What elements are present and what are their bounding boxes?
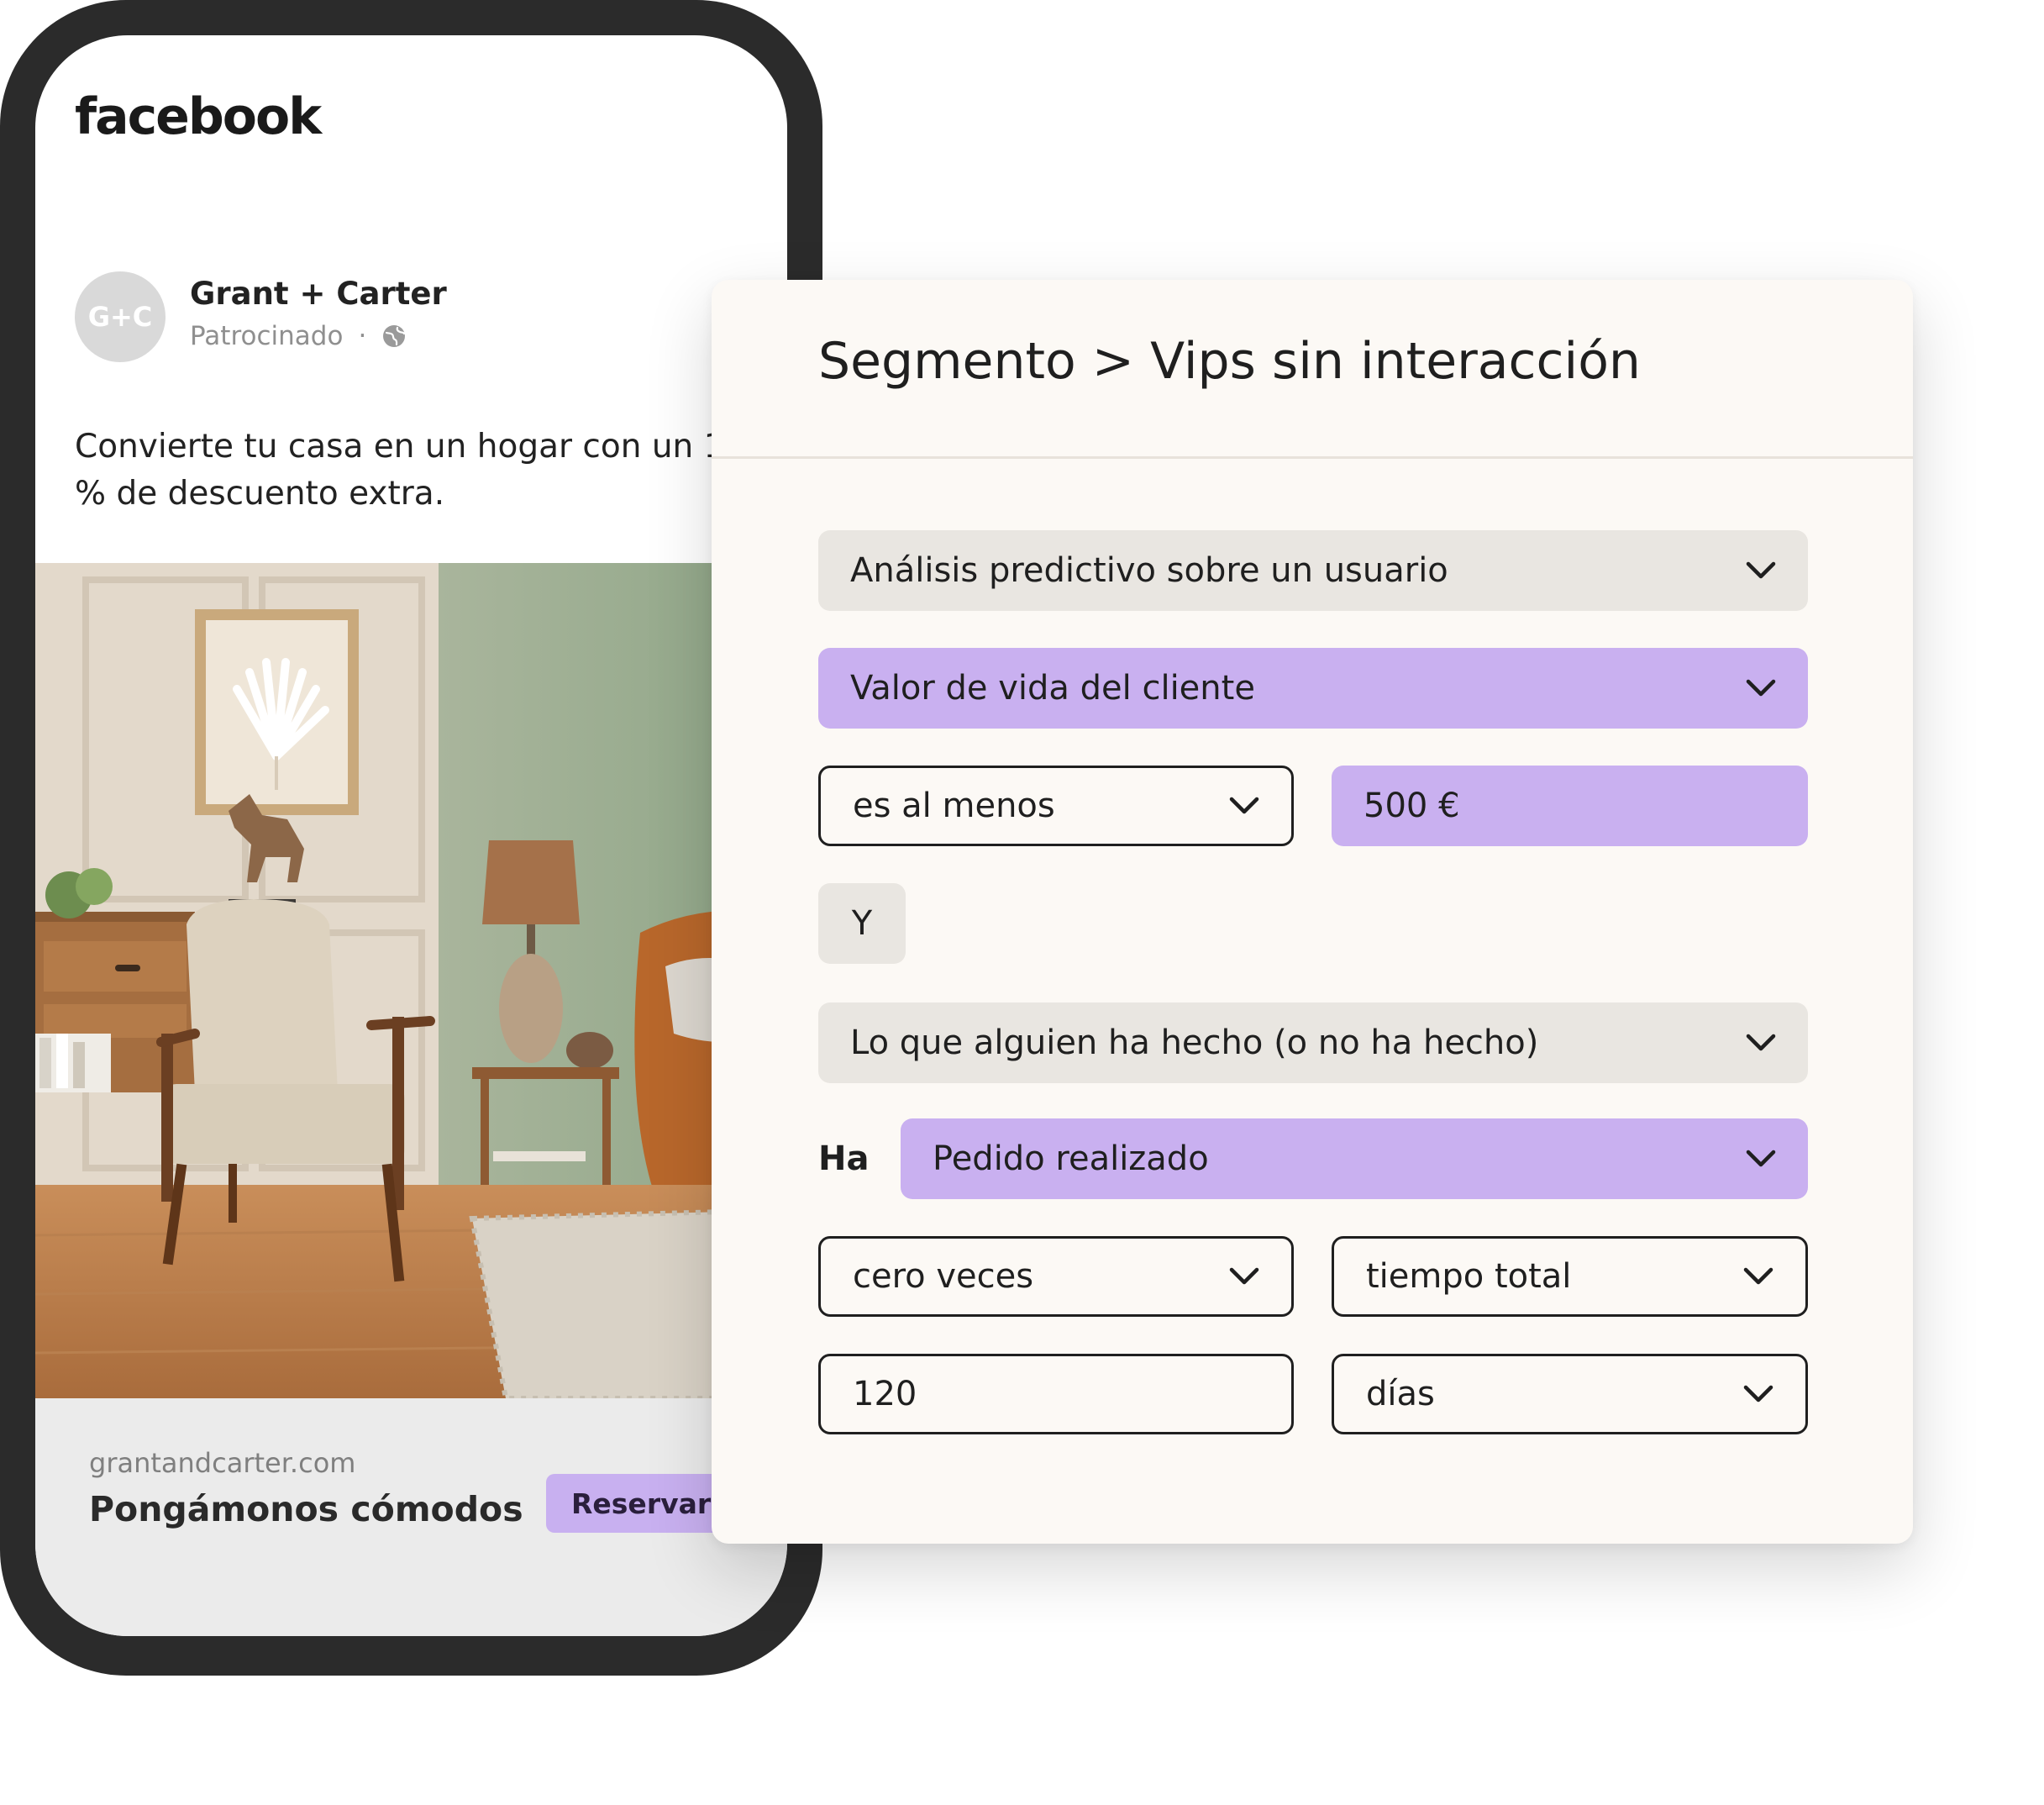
post-image[interactable]: [35, 563, 787, 1398]
event-label: Pedido realizado: [933, 1139, 1209, 1178]
timeframe-label: tiempo total: [1366, 1257, 1572, 1296]
condition-type-select-1[interactable]: Análisis predictivo sobre un usuario: [818, 530, 1808, 611]
chevron-down-icon: [1229, 797, 1259, 814]
chevron-down-icon: [1746, 1034, 1776, 1051]
link-domain: grantandcarter.com: [89, 1447, 356, 1479]
segment-panel: Segmento > Vips sin interacción Análisis…: [712, 280, 1913, 1544]
amount-value: 120: [853, 1375, 917, 1413]
metric-select[interactable]: Valor de vida del cliente: [818, 648, 1808, 729]
timeframe-select[interactable]: tiempo total: [1332, 1236, 1808, 1317]
link-preview-bar[interactable]: grantandcarter.com Pongámonos cómodos Re…: [35, 1398, 787, 1636]
event-select[interactable]: Pedido realizado: [901, 1118, 1808, 1199]
phone-screen: facebook G+C Grant + Carter Patrocinado …: [35, 35, 787, 1636]
chevron-down-icon: [1746, 679, 1776, 697]
chevron-down-icon: [1229, 1267, 1259, 1285]
condition-type-select-2[interactable]: Lo que alguien ha hecho (o no ha hecho): [818, 1002, 1808, 1083]
panel-divider: [712, 456, 1913, 459]
value-text: 500 €: [1364, 787, 1460, 825]
chevron-down-icon: [1746, 561, 1776, 579]
value-input[interactable]: 500 €: [1332, 766, 1808, 846]
metric-label: Valor de vida del cliente: [850, 669, 1255, 708]
has-prefix-label: Ha: [818, 1139, 870, 1178]
amount-input[interactable]: 120: [818, 1354, 1294, 1434]
panel-title: Segmento > Vips sin interacción: [818, 332, 1641, 391]
frequency-label: cero veces: [853, 1257, 1034, 1296]
condition-type-label-1: Análisis predictivo sobre un usuario: [850, 551, 1448, 590]
avatar-initials: G+C: [87, 301, 153, 333]
and-conjunction-button[interactable]: Y: [818, 883, 906, 964]
chevron-down-icon: [1746, 1150, 1776, 1167]
avatar[interactable]: G+C: [75, 271, 166, 362]
sponsored-label: Patrocinado: [190, 321, 344, 351]
sponsored-row: Patrocinado ·: [190, 321, 407, 351]
frequency-select[interactable]: cero veces: [818, 1236, 1294, 1317]
link-title: Pongámonos cómodos: [89, 1489, 523, 1529]
operator-label: es al menos: [853, 787, 1055, 825]
phone-frame: facebook G+C Grant + Carter Patrocinado …: [0, 0, 822, 1676]
chevron-down-icon: [1743, 1385, 1773, 1402]
post-page-name[interactable]: Grant + Carter: [190, 276, 447, 312]
globe-icon: [383, 325, 406, 347]
chevron-down-icon: [1743, 1267, 1773, 1285]
condition-type-label-2: Lo que alguien ha hecho (o no ha hecho): [850, 1024, 1539, 1062]
living-room-photo: [35, 563, 787, 1398]
unit-select[interactable]: días: [1332, 1354, 1808, 1434]
operator-select[interactable]: es al menos: [818, 766, 1294, 846]
unit-label: días: [1366, 1375, 1435, 1413]
separator-dot: ·: [358, 321, 367, 351]
facebook-logo: facebook: [75, 87, 322, 146]
post-text: Convierte tu casa en un hogar con un 10 …: [75, 428, 746, 513]
